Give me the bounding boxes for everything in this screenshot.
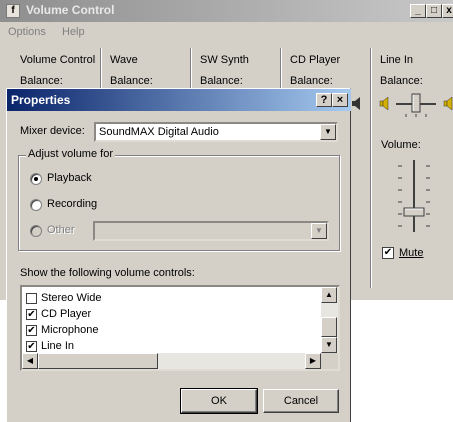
balance-label: Balance: (110, 75, 153, 87)
chevron-down-icon[interactable]: ▼ (311, 223, 327, 239)
scroll-thumb[interactable] (38, 353, 158, 369)
close-button[interactable]: x (442, 4, 453, 18)
mute-label: Mute (399, 247, 424, 259)
slider-thumb (411, 93, 421, 113)
adjust-volume-group-label: Adjust volume for (26, 148, 115, 160)
mixer-device-value: SoundMAX Digital Audio (99, 126, 219, 138)
properties-dialog: Properties ? × Mixer device: SoundMAX Di… (6, 88, 351, 422)
ok-button[interactable]: OK (180, 388, 258, 414)
mixer-device-select[interactable]: SoundMAX Digital Audio ▼ (94, 122, 338, 142)
slider-thumb (403, 207, 425, 217)
scroll-up-icon[interactable]: ▲ (321, 287, 337, 303)
volume-label: Volume: (381, 139, 421, 151)
menu-bar: Options Help (0, 22, 453, 42)
window-title: Volume Control (26, 3, 115, 17)
vertical-scrollbar[interactable]: ▲ ▼ (321, 287, 338, 353)
radio-playback[interactable] (30, 173, 42, 185)
list-item-label: CD Player (41, 308, 92, 320)
radio-playback-label[interactable]: Playback (47, 172, 92, 184)
column-title-cd-player: CD Player (290, 54, 341, 66)
dialog-title: Properties (11, 93, 71, 107)
horizontal-scrollbar[interactable]: ◀ ▶ (22, 353, 321, 369)
radio-other-label: Other (47, 224, 75, 236)
checkbox-cd-player[interactable]: ✔ (26, 309, 37, 320)
menu-help[interactable]: Help (62, 26, 85, 38)
balance-label: Balance: (290, 75, 333, 87)
balance-slider[interactable] (352, 92, 453, 118)
minimize-button[interactable]: _ (410, 4, 426, 18)
show-controls-label: Show the following volume controls: (20, 267, 195, 279)
cancel-button[interactable]: Cancel (263, 389, 339, 413)
app-icon: f (6, 4, 20, 18)
menu-options[interactable]: Options (8, 26, 46, 38)
column-title-line-in: Line In (380, 54, 414, 66)
list-item-label: Line In (41, 340, 75, 352)
volume-control-title-bar[interactable]: f Volume Control _ □ x (0, 0, 453, 22)
checkbox-microphone[interactable]: ✔ (26, 325, 37, 336)
radio-other[interactable] (30, 225, 42, 237)
scrollbar-corner (321, 353, 338, 369)
radio-recording[interactable] (30, 199, 42, 211)
column-divider (370, 48, 372, 288)
dialog-close-button[interactable]: × (332, 93, 348, 107)
balance-label: Balance: (380, 75, 423, 87)
speaker-left-icon (352, 97, 360, 110)
column-title-wave: Wave (110, 54, 138, 66)
other-device-select[interactable]: ▼ (93, 221, 329, 241)
speaker-left-icon (379, 96, 389, 111)
speaker-right-icon (443, 96, 453, 111)
chevron-down-icon[interactable]: ▼ (320, 124, 336, 140)
scroll-down-icon[interactable]: ▼ (321, 337, 337, 353)
scroll-left-icon[interactable]: ◀ (22, 353, 38, 369)
mute-checkbox[interactable]: ✔ (382, 247, 394, 259)
help-button[interactable]: ? (316, 93, 332, 107)
balance-label: Balance: (20, 75, 63, 87)
mixer-device-label: Mixer device: (20, 125, 85, 137)
radio-recording-label[interactable]: Recording (47, 198, 97, 210)
column-title-sw-synth: SW Synth (200, 54, 249, 66)
column-title-volume-control: Volume Control (20, 54, 96, 66)
checkbox-line-in[interactable]: ✔ (26, 341, 37, 352)
volume-slider[interactable] (394, 156, 434, 236)
maximize-button[interactable]: □ (426, 4, 442, 18)
checkbox-stereo-wide[interactable] (26, 293, 37, 304)
scroll-thumb[interactable] (321, 317, 337, 337)
dialog-title-bar[interactable]: Properties ? × (7, 89, 351, 111)
scroll-right-icon[interactable]: ▶ (305, 353, 321, 369)
balance-label: Balance: (200, 75, 243, 87)
list-item-label: Stereo Wide (41, 292, 102, 304)
volume-controls-list[interactable]: Stereo Wide ✔ CD Player ✔ Microphone ✔ L… (20, 285, 340, 371)
list-item-label: Microphone (41, 324, 99, 336)
